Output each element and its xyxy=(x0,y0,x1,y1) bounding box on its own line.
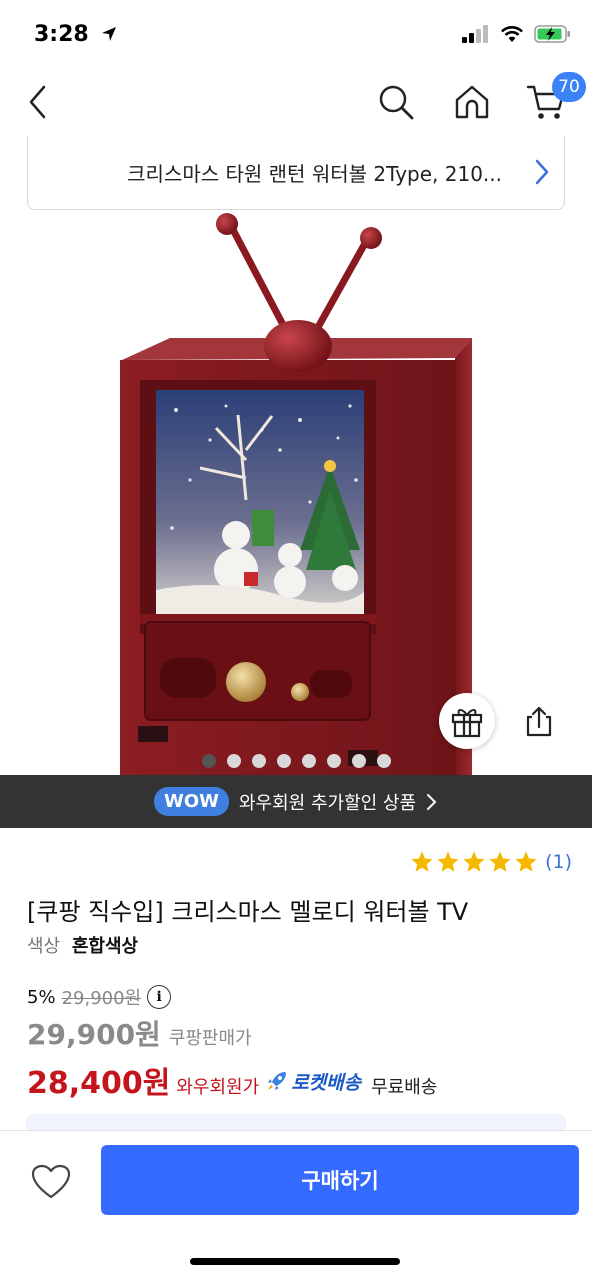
info-icon[interactable]: i xyxy=(147,985,172,1009)
option-label: 색상 xyxy=(27,936,61,957)
wow-price-label: 와우회원가 xyxy=(176,1077,260,1098)
star-icon xyxy=(515,851,537,872)
share-icon xyxy=(526,706,552,737)
carousel-dot[interactable] xyxy=(376,754,391,768)
review-count[interactable]: (1) xyxy=(545,851,572,873)
status-time-text: 3:28 xyxy=(34,22,89,47)
carousel-dot[interactable] xyxy=(326,754,341,768)
rating[interactable]: (1) xyxy=(410,850,572,874)
seller-price-row: 29,900원 쿠팡판매가 xyxy=(27,1013,252,1053)
product-option: 색상 혼합색상 xyxy=(27,932,138,958)
share-button[interactable] xyxy=(511,693,567,749)
chevron-left-icon xyxy=(29,85,46,119)
rocket-icon xyxy=(268,1072,287,1090)
gift-button[interactable] xyxy=(439,693,495,749)
carousel-dot[interactable] xyxy=(351,754,366,768)
wow-banner[interactable]: WOW 와우회원 추가할인 상품 xyxy=(0,775,592,828)
carousel-dot[interactable] xyxy=(226,754,241,768)
home-button[interactable] xyxy=(448,78,496,126)
option-value: 혼합색상 xyxy=(71,936,139,957)
carousel-dot[interactable] xyxy=(276,754,291,768)
discount-row: 5% 29,900원 i xyxy=(27,984,172,1010)
search-icon xyxy=(379,85,414,120)
heart-icon xyxy=(31,1164,71,1199)
discount-rate: 5% xyxy=(27,986,56,1008)
status-icons xyxy=(462,24,572,44)
signal-icon xyxy=(462,25,488,43)
top-nav xyxy=(0,70,592,136)
home-indicator xyxy=(190,1258,400,1265)
wifi-icon xyxy=(501,26,523,42)
related-product-bar[interactable]: 크리스마스 타원 랜턴 워터볼 2Type, 210... xyxy=(27,136,565,210)
original-price: 29,900원 xyxy=(61,988,142,1009)
status-time: 3:28 xyxy=(34,22,118,47)
star-icon xyxy=(489,851,511,872)
related-product-text: 크리스마스 타원 랜턴 워터볼 2Type, 210... xyxy=(127,162,502,186)
carousel-dot[interactable] xyxy=(201,754,216,768)
home-icon xyxy=(455,85,489,119)
wow-banner-text: 와우회원 추가할인 상품 xyxy=(238,792,417,814)
seller-price: 29,900원 xyxy=(27,1018,161,1051)
star-icon xyxy=(411,851,433,872)
product-photo xyxy=(120,213,472,930)
product-image[interactable] xyxy=(0,210,592,930)
location-arrow-icon xyxy=(102,27,117,41)
chevron-right-icon xyxy=(535,159,549,185)
star-icon xyxy=(437,851,459,872)
back-button[interactable] xyxy=(14,78,62,126)
carousel-dot[interactable] xyxy=(301,754,316,768)
star-icon xyxy=(463,851,485,872)
wow-price: 28,400원 xyxy=(27,1066,171,1101)
star-rating xyxy=(410,850,538,874)
seller-price-label: 쿠팡판매가 xyxy=(168,1028,252,1049)
wow-price-row: 28,400원 와우회원가 로켓배송 무료배송 xyxy=(27,1058,437,1102)
search-button[interactable] xyxy=(372,78,420,126)
cart-count-badge: 70 xyxy=(552,72,586,102)
product-title: [쿠팡 직수입] 크리스마스 멜로디 워터볼 TV xyxy=(27,898,469,926)
buy-button[interactable]: 구매하기 xyxy=(101,1145,579,1215)
rocket-label: 로켓배송 xyxy=(291,1071,362,1094)
rocket-delivery-badge: 로켓배송 xyxy=(265,1068,361,1095)
wow-pill: WOW xyxy=(153,787,229,816)
carousel-dot[interactable] xyxy=(251,754,266,768)
battery-charging-icon xyxy=(534,25,570,43)
wishlist-button[interactable] xyxy=(26,1159,76,1205)
free-shipping: 무료배송 xyxy=(371,1077,438,1098)
status-bar: 3:28 xyxy=(0,0,592,70)
gift-icon xyxy=(451,709,483,738)
carousel-dots xyxy=(0,754,592,768)
chevron-right-icon xyxy=(427,793,437,810)
